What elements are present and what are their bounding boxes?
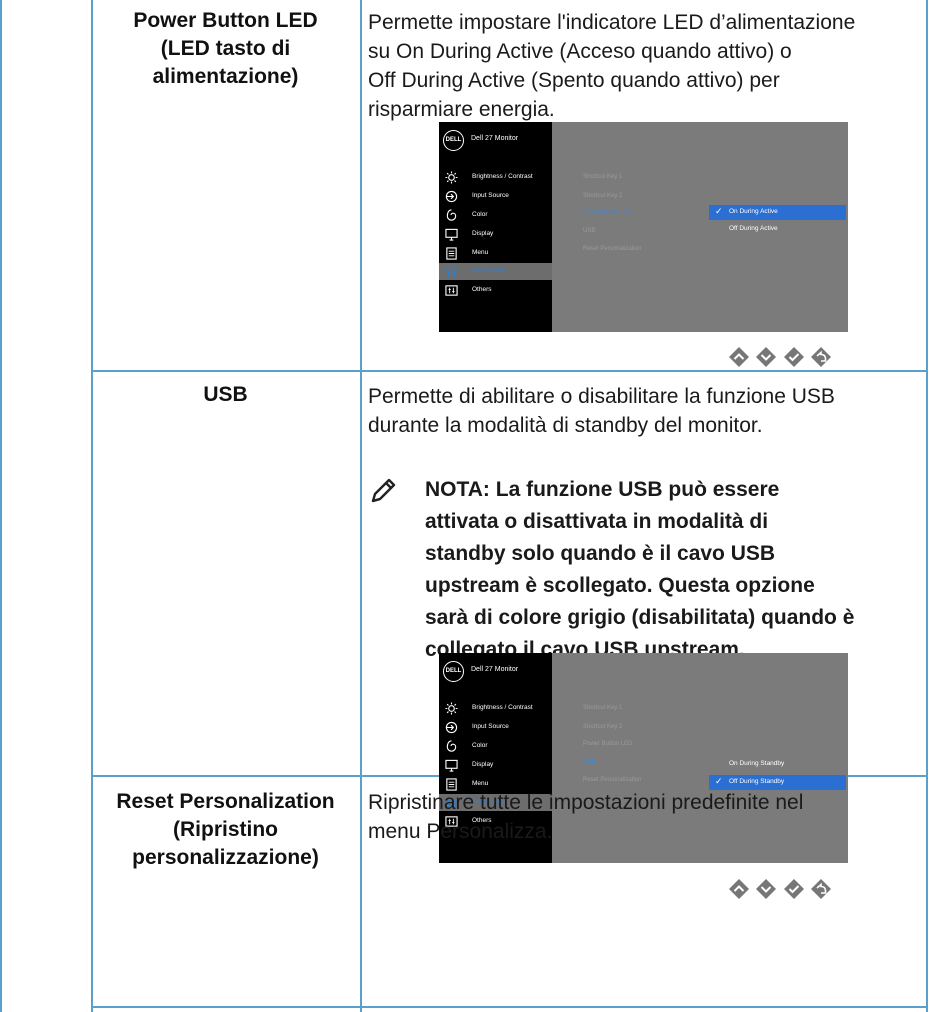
osd-submenu-item: Shortcut Key 1 bbox=[583, 174, 623, 180]
osd-menu-label: Display bbox=[472, 230, 494, 237]
osd-screenshot-power-led: DELL Dell 27 Monitor Brightness / Contrast… bbox=[439, 122, 848, 332]
table-right-border bbox=[926, 0, 928, 1012]
osd-submenu-item: Shortcut Key 1 bbox=[583, 705, 623, 711]
menu-icon bbox=[445, 247, 458, 260]
desc-line: risparmiare energia. bbox=[368, 98, 555, 121]
osd-menu-label: Brightness / Contrast bbox=[472, 173, 533, 180]
osd-menu-label: Color bbox=[472, 742, 488, 749]
check-icon bbox=[783, 346, 805, 368]
setting-reset-personalization: Reset Personalization (Ripristino person… bbox=[93, 788, 358, 872]
osd-menu-item: Color bbox=[439, 207, 552, 224]
osd-menu-item: Display bbox=[439, 226, 552, 243]
display-icon bbox=[445, 228, 458, 241]
osd-menu-item: Input Source bbox=[439, 188, 552, 205]
osd-option: Off During Active bbox=[729, 225, 778, 232]
check-icon bbox=[783, 878, 805, 900]
osd-menu-item: Brightness / Contrast bbox=[439, 700, 552, 717]
up-arrow-icon bbox=[728, 346, 750, 368]
osd-title: Dell 27 Monitor bbox=[471, 135, 519, 142]
setting-line: alimentazione) bbox=[152, 65, 299, 88]
note-usb: NOTA: La funzione USB può essere attivat… bbox=[425, 474, 925, 666]
setting-line: (Ripristino bbox=[173, 818, 278, 841]
note-line: sarà di colore grigio (disabilitata) qua… bbox=[425, 606, 855, 629]
down-arrow-icon bbox=[755, 346, 777, 368]
personalize-star-icon bbox=[444, 264, 459, 278]
osd-menu-item: Display bbox=[439, 757, 552, 774]
color-icon bbox=[445, 209, 458, 222]
note-line: attivata o disattivata in modalità di bbox=[425, 510, 769, 533]
dell-logo: DELL bbox=[443, 130, 464, 151]
table-col-divider-2 bbox=[360, 0, 362, 1012]
osd-menu-item: Brightness / Contrast bbox=[439, 169, 552, 186]
osd-menu-item: Color bbox=[439, 738, 552, 755]
brightness-icon bbox=[445, 171, 458, 184]
osd-menu-label: Display bbox=[472, 761, 494, 768]
up-arrow-icon bbox=[728, 878, 750, 900]
brightness-icon bbox=[445, 702, 458, 715]
desc-line: Permette impostare l'indicatore LED d’al… bbox=[368, 11, 856, 34]
osd-menu-label: Menu bbox=[472, 249, 489, 256]
osd-title: Dell 27 Monitor bbox=[471, 666, 519, 673]
osd-menu-label: Input Source bbox=[472, 192, 509, 199]
check-icon: ✓ bbox=[715, 776, 723, 786]
osd-menu-label: Input Source bbox=[472, 723, 509, 730]
desc-usb: Permette di abilitare o disabilitare la … bbox=[368, 382, 923, 440]
osd-option: On During Standby bbox=[729, 760, 785, 767]
osd-submenu-item: Power Button LED bbox=[583, 741, 633, 747]
osd-submenu-item: Shortcut Key 2 bbox=[583, 724, 623, 730]
osd-submenu-item: Reset Personalization bbox=[583, 777, 642, 783]
setting-line: Reset Personalization bbox=[116, 790, 335, 813]
osd-menu-item: Menu bbox=[439, 245, 552, 262]
down-arrow-icon bbox=[755, 878, 777, 900]
osd-submenu-item: Reset Personalization bbox=[583, 246, 642, 252]
desc-power-button-led: Permette impostare l'indicatore LED d’al… bbox=[368, 8, 923, 124]
osd-option: ✓ On During Active bbox=[709, 205, 846, 220]
dell-logo: DELL bbox=[443, 661, 464, 682]
note-pencil-icon bbox=[371, 478, 396, 503]
desc-line: durante la modalità di standby del monit… bbox=[368, 414, 763, 437]
setting-power-button-led: Power Button LED (LED tasto di alimentaz… bbox=[93, 7, 358, 91]
color-icon bbox=[445, 740, 458, 753]
osd-submenu-item: USB bbox=[583, 228, 596, 234]
note-line: upstream è scollegato. Questa opzione bbox=[425, 574, 815, 597]
table-bottom-border bbox=[91, 1006, 928, 1008]
desc-line: su On During Active (Acceso quando attiv… bbox=[368, 40, 792, 63]
osd-menu-label: Brightness / Contrast bbox=[472, 704, 533, 711]
others-icon bbox=[445, 284, 458, 297]
osd-menu-label: Color bbox=[472, 211, 488, 218]
desc-reset-personalization: Ripristinare tutte le impostazioni prede… bbox=[368, 788, 923, 846]
osd-nav-buttons bbox=[728, 346, 832, 370]
display-icon bbox=[445, 759, 458, 772]
setting-line: USB bbox=[203, 383, 248, 406]
osd-submenu-item: Power Button LED bbox=[583, 210, 633, 216]
desc-line: Permette di abilitare o disabilitare la … bbox=[368, 385, 835, 408]
desc-line: menu Personalizza. bbox=[368, 820, 553, 843]
osd-submenu-item: USB bbox=[583, 759, 596, 765]
setting-usb: USB bbox=[93, 381, 358, 409]
setting-line: (LED tasto di bbox=[160, 37, 291, 60]
input-source-icon bbox=[445, 721, 458, 734]
input-source-icon bbox=[445, 190, 458, 203]
check-icon: ✓ bbox=[715, 206, 723, 216]
setting-line: personalizzazione) bbox=[132, 846, 319, 869]
back-icon bbox=[810, 878, 832, 900]
back-icon bbox=[810, 346, 832, 368]
osd-menu-item: Personalize bbox=[439, 263, 552, 280]
note-line: NOTA: La funzione USB può essere bbox=[425, 478, 780, 501]
osd-menu-label: Personalize bbox=[472, 267, 506, 274]
osd-menu-item: Others bbox=[439, 282, 552, 299]
desc-line: Off During Active (Spento quando attivo)… bbox=[368, 69, 780, 92]
setting-line: Power Button LED bbox=[133, 9, 318, 32]
osd-menu-label: Others bbox=[472, 286, 492, 293]
desc-line: Ripristinare tutte le impostazioni prede… bbox=[368, 791, 804, 814]
note-line: standby solo quando è il cavo USB bbox=[425, 542, 776, 565]
osd-nav-buttons bbox=[728, 878, 832, 902]
osd-submenu-item: Shortcut Key 2 bbox=[583, 193, 623, 199]
osd-menu-label: Menu bbox=[472, 780, 489, 787]
row-divider-1 bbox=[91, 370, 928, 372]
left-blank-column-border bbox=[0, 775, 2, 1012]
osd-menu-item: Input Source bbox=[439, 719, 552, 736]
